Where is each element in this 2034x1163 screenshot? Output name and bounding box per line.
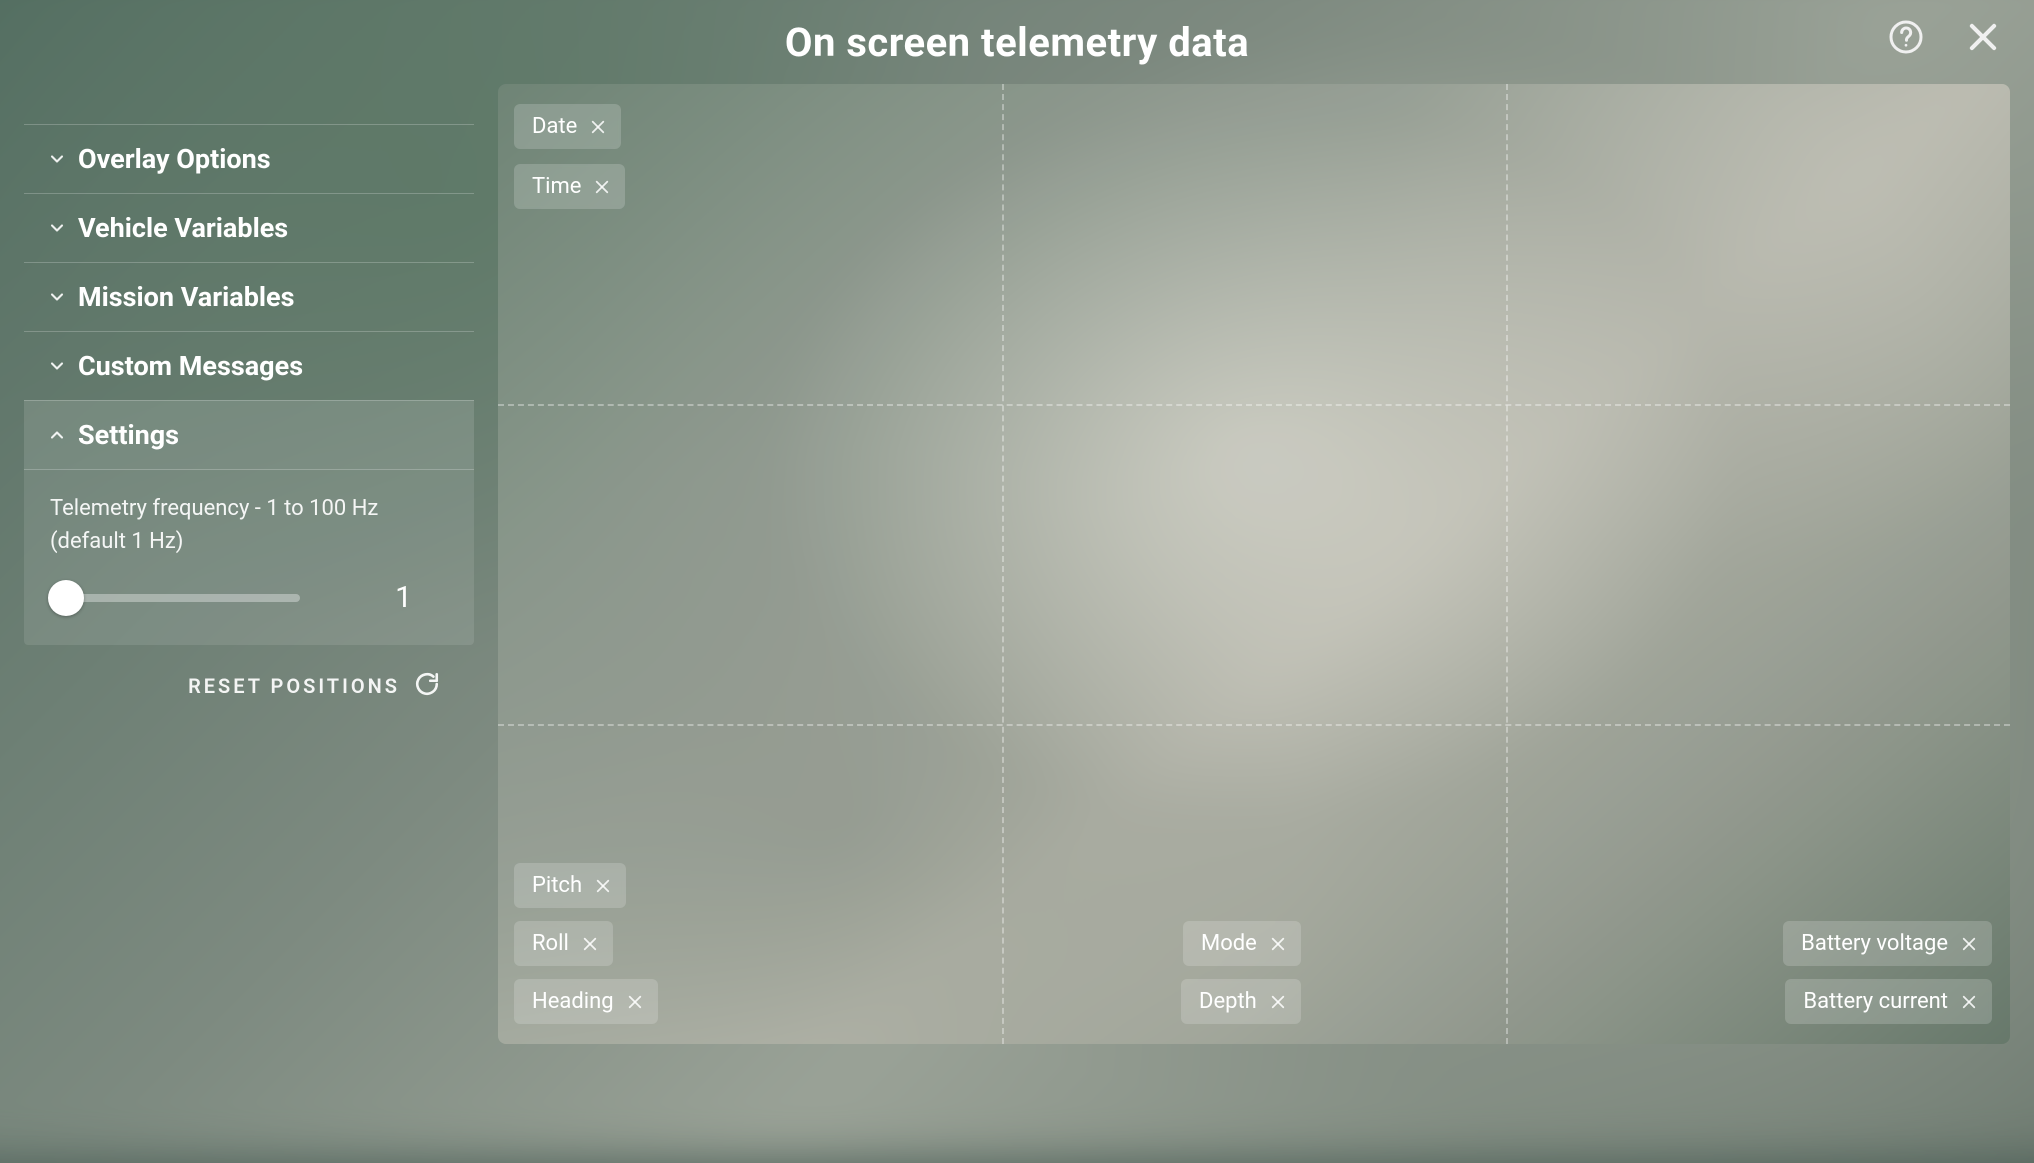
- close-icon[interactable]: [587, 116, 609, 138]
- chip-label: Time: [532, 174, 581, 199]
- chevron-down-icon: [46, 217, 68, 239]
- settings-panel: Telemetry frequency - 1 to 100 Hz (defau…: [24, 470, 474, 645]
- page-title: On screen telemetry data: [785, 19, 1249, 66]
- telemetry-chip-battery-current[interactable]: Battery current: [1785, 979, 1992, 1024]
- chip-label: Battery current: [1803, 989, 1948, 1014]
- close-icon[interactable]: [1267, 991, 1289, 1013]
- chevron-down-icon: [46, 355, 68, 377]
- sidebar-section-vehicle-variables[interactable]: Vehicle Variables: [24, 193, 474, 262]
- header: On screen telemetry data: [0, 0, 2034, 84]
- chip-label: Mode: [1201, 931, 1257, 956]
- grid-line-horizontal: [498, 724, 2010, 726]
- main: Overlay Options Vehicle Variables Missio…: [0, 84, 2034, 1068]
- chip-label: Date: [532, 114, 577, 139]
- help-icon[interactable]: [1888, 19, 1924, 55]
- header-actions: [1888, 18, 2002, 56]
- chevron-up-icon: [46, 424, 68, 446]
- chevron-down-icon: [46, 148, 68, 170]
- sidebar-section-overlay-options[interactable]: Overlay Options: [24, 124, 474, 193]
- telemetry-chip-time[interactable]: Time: [514, 164, 625, 209]
- grid-line-vertical: [1002, 84, 1004, 1044]
- sidebar-section-mission-variables[interactable]: Mission Variables: [24, 262, 474, 331]
- chip-label: Battery voltage: [1801, 931, 1948, 956]
- close-icon[interactable]: [1267, 933, 1289, 955]
- slider-knob[interactable]: [48, 580, 84, 616]
- telemetry-chip-battery-voltage[interactable]: Battery voltage: [1783, 921, 1992, 966]
- close-icon[interactable]: [1958, 991, 1980, 1013]
- chip-label: Pitch: [532, 873, 582, 898]
- sidebar-section-label: Vehicle Variables: [78, 212, 288, 244]
- sidebar: Overlay Options Vehicle Variables Missio…: [24, 84, 474, 1044]
- canvas-overlay: [498, 84, 2010, 1044]
- sidebar-section-label: Overlay Options: [78, 143, 271, 175]
- grid-line-vertical: [1506, 84, 1508, 1044]
- chip-label: Roll: [532, 931, 569, 956]
- close-icon[interactable]: [591, 176, 613, 198]
- telemetry-chip-pitch[interactable]: Pitch: [514, 863, 626, 908]
- sidebar-section-settings[interactable]: Settings: [24, 400, 474, 470]
- chip-label: Depth: [1199, 989, 1257, 1014]
- settings-description: Telemetry frequency - 1 to 100 Hz (defau…: [50, 492, 448, 558]
- close-icon[interactable]: [624, 991, 646, 1013]
- slider-value: 1: [395, 580, 448, 615]
- telemetry-canvas[interactable]: Date Time Pitch Roll Heading: [498, 84, 2010, 1044]
- refresh-icon: [414, 671, 440, 701]
- close-icon[interactable]: [1958, 933, 1980, 955]
- close-icon[interactable]: [1964, 18, 2002, 56]
- telemetry-chip-depth[interactable]: Depth: [1181, 979, 1301, 1024]
- reset-positions-button[interactable]: RESET POSITIONS: [24, 645, 474, 701]
- sidebar-section-label: Settings: [78, 419, 179, 451]
- sidebar-section-label: Mission Variables: [78, 281, 295, 313]
- close-icon[interactable]: [592, 875, 614, 897]
- telemetry-chip-date[interactable]: Date: [514, 104, 621, 149]
- telemetry-chip-roll[interactable]: Roll: [514, 921, 613, 966]
- close-icon[interactable]: [579, 933, 601, 955]
- sidebar-section-label: Custom Messages: [78, 350, 303, 382]
- slider-track[interactable]: [50, 594, 300, 602]
- sidebar-section-custom-messages[interactable]: Custom Messages: [24, 331, 474, 400]
- reset-positions-label: RESET POSITIONS: [188, 674, 400, 698]
- telemetry-frequency-slider[interactable]: 1: [50, 580, 448, 615]
- chip-label: Heading: [532, 989, 614, 1014]
- chevron-down-icon: [46, 286, 68, 308]
- telemetry-chip-mode[interactable]: Mode: [1183, 921, 1301, 966]
- grid-line-horizontal: [498, 404, 2010, 406]
- telemetry-chip-heading[interactable]: Heading: [514, 979, 658, 1024]
